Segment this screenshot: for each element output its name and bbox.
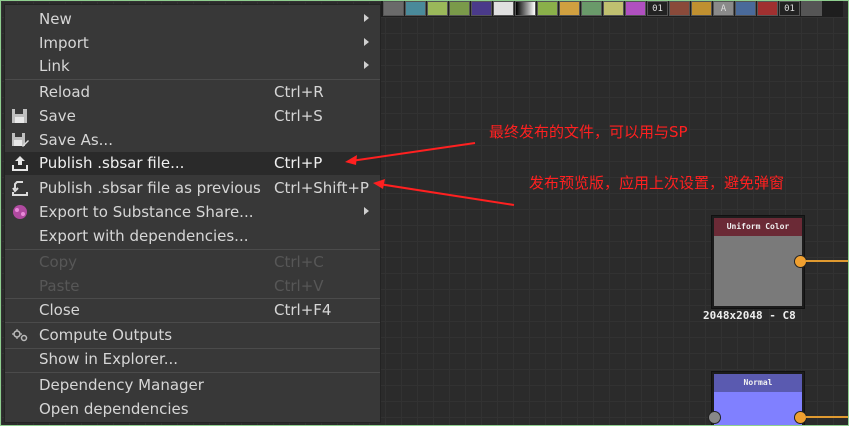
annotation-arrow xyxy=(350,142,476,162)
annotation-arrow xyxy=(378,183,515,206)
publish-annotation: 最终发布的文件，可以用与SP xyxy=(489,123,688,141)
app-window: 01 A 01 Uniform Color 2048x2048 - C8 Nor… xyxy=(0,0,849,426)
annotation-arrowhead xyxy=(345,155,357,165)
annotation-arrowhead xyxy=(373,179,385,189)
annotation-arrows xyxy=(345,142,515,206)
publish-previous-annotation: 发布预览版，应用上次设置，避免弹窗 xyxy=(529,174,785,192)
